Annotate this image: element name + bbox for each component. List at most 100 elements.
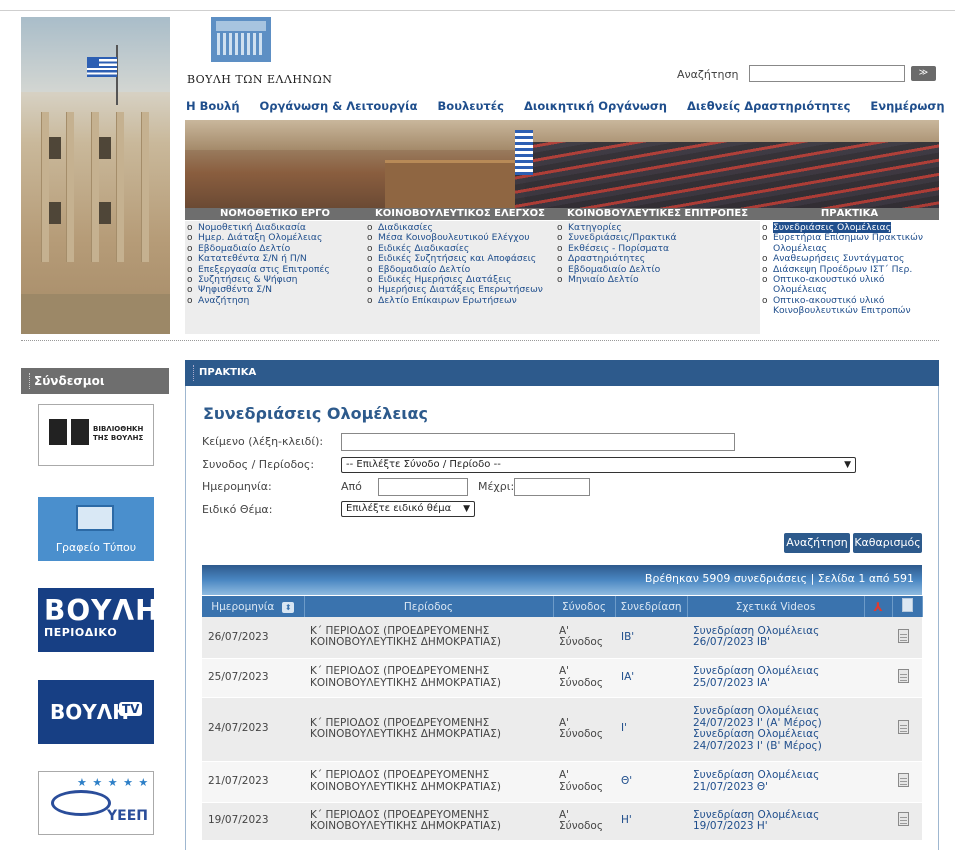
yeep-link[interactable]: ★ ★ ★ ★ ★ ΥΕΕΠ xyxy=(38,771,154,835)
menu-link[interactable]: Αναζήτηση xyxy=(185,295,365,307)
results-summary: Βρέθηκαν 5909 συνεδριάσεις | Σελίδα 1 απ… xyxy=(202,565,922,595)
cell-date: 19/07/2023 xyxy=(202,802,304,841)
press-office-link[interactable]: Γραφείο Τύπου xyxy=(38,497,154,561)
cell-sitting-link[interactable]: Θ' xyxy=(615,761,687,803)
table-row: 24/07/2023 Κ΄ ΠΕΡΙΟΔΟΣ (ΠΡΟΕΔΡΕΥΟΜΕΝΗΣ Κ… xyxy=(202,697,922,762)
column-header-session[interactable]: Σύνοδος xyxy=(553,596,616,617)
session-select[interactable]: -- Επιλέξτε Σύνοδο / Περίοδο -- ▼ xyxy=(341,457,856,473)
document-icon[interactable] xyxy=(898,720,909,735)
panel-header: ΠΡΑΚΤΙΚΑ xyxy=(185,360,939,386)
cell-date: 25/07/2023 xyxy=(202,658,304,698)
tv-badge: TV xyxy=(119,702,143,716)
cell-sitting-link[interactable]: ΙΑ' xyxy=(615,658,687,698)
nav-item-mps[interactable]: Βουλευτές xyxy=(438,99,504,113)
cell-session: Α' Σύνοδος xyxy=(553,617,615,659)
vouli-tv-link[interactable]: ΒΟΥΛΗ TV xyxy=(38,680,154,744)
nav-item-international[interactable]: Διεθνείς Δραστηριότητες xyxy=(687,99,850,113)
menu-link[interactable]: Οπτικο-ακουστικό υλικό Κοινοβουλευτικών … xyxy=(760,295,939,317)
cell-sitting-link[interactable]: Η' xyxy=(615,802,687,841)
table-row: 19/07/2023 Κ΄ ΠΕΡΙΟΔΟΣ (ΠΡΟΕΔΡΕΥΟΜΕΝΗΣ Κ… xyxy=(202,802,922,841)
topic-select[interactable]: Επιλέξτε ειδικό θέμα ▼ xyxy=(341,501,475,517)
column-header-pdf: ⅄ xyxy=(864,596,893,617)
keyword-label: Κείμενο (λέξη-κλειδί): xyxy=(202,435,324,448)
page-title: Συνεδριάσεις Ολομέλειας xyxy=(203,404,429,423)
nav-item-news[interactable]: Ενημέρωση xyxy=(870,99,944,113)
main-navigation: Η Βουλή Οργάνωση & Λειτουργία Βουλευτές … xyxy=(186,99,955,113)
library-text: ΤΗΣ ΒΟΥΛΗΣ xyxy=(93,434,144,442)
section-list-committees: Κατηγορίες Συνεδριάσεις/Πρακτικά Εκθέσει… xyxy=(555,221,760,334)
section-header-minutes[interactable]: ΠΡΑΚΤΙΚΑ xyxy=(760,208,939,220)
results-table: Ημερομηνία ⬍ Περίοδος Σύνοδος Συνεδρίαση … xyxy=(202,596,923,841)
menu-section-headers: ΝΟΜΟΘΕΤΙΚΟ ΕΡΓΟ ΚΟΙΝΟΒΟΥΛΕΥΤΙΚΟΣ ΕΛΕΓΧΟΣ… xyxy=(185,208,939,220)
press-office-label: Γραφείο Τύπου xyxy=(55,541,137,554)
document-icon[interactable] xyxy=(898,772,909,787)
cell-video-link[interactable]: Συνεδρίαση Ολομέλειας 21/07/2023 Θ' xyxy=(687,761,864,803)
cell-period: Κ΄ ΠΕΡΙΟΔΟΣ (ΠΡΟΕΔΡΕΥΟΜΕΝΗΣ ΚΟΙΝΟΒΟΥΛΕΥΤ… xyxy=(304,761,553,803)
document-icon[interactable] xyxy=(898,668,909,683)
section-list-control: Διαδικασίες Μέσα Κοινοβουλευτικού Ελέγχο… xyxy=(365,221,555,334)
topic-label: Ειδικό Θέμα: xyxy=(202,503,273,516)
keyword-input[interactable] xyxy=(341,433,735,451)
search-button[interactable]: Αναζήτηση xyxy=(784,533,850,553)
menu-link[interactable]: Οπτικο-ακουστικό υλικό Ολομέλειας xyxy=(760,274,939,296)
section-list-legislation: Νομοθετική Διαδικασία Ημερ. Διάταξη Ολομ… xyxy=(185,221,365,334)
divider xyxy=(21,340,939,341)
library-link[interactable]: ΒΙΒΛΙΟΘΗΚΗ ΤΗΣ ΒΟΥΛΗΣ xyxy=(38,404,154,466)
cell-date: 24/07/2023 xyxy=(202,697,304,762)
menu-link[interactable]: Δελτίο Επίκαιρων Ερωτήσεων xyxy=(365,295,555,307)
cell-session: Α' Σύνοδος xyxy=(553,761,615,803)
section-header-control[interactable]: ΚΟΙΝΟΒΟΥΛΕΥΤΙΚΟΣ ΕΛΕΓΧΟΣ xyxy=(365,208,555,220)
document-icon[interactable] xyxy=(898,628,909,643)
document-icon[interactable] xyxy=(898,812,909,827)
date-to-label: Μέχρι: xyxy=(478,480,515,493)
cell-session: Α' Σύνοδος xyxy=(553,802,615,841)
building-icon xyxy=(76,505,114,531)
library-logo-icon xyxy=(49,419,89,445)
cell-period: Κ΄ ΠΕΡΙΟΔΟΣ (ΠΡΟΕΔΡΕΥΟΜΕΝΗΣ ΚΟΙΝΟΒΟΥΛΕΥΤ… xyxy=(304,617,553,659)
search-label: Αναζήτηση xyxy=(677,68,739,81)
magazine-link[interactable]: ΒΟΥΛΗ ΠΕΡΙΟΔΙΚΟ xyxy=(38,588,159,652)
section-header-committees[interactable]: ΚΟΙΝΟΒΟΥΛΕΥΤΙΚΕΣ ΕΠΙΤΡΟΠΕΣ xyxy=(555,208,760,220)
nav-item-administration[interactable]: Διοικητική Οργάνωση xyxy=(524,99,667,113)
cell-video-link[interactable]: Συνεδρίαση Ολομέλειας 24/07/2023 Ι' (Α' … xyxy=(687,697,864,762)
column-header-date[interactable]: Ημερομηνία ⬍ xyxy=(202,596,305,617)
parliament-building-photo xyxy=(21,17,170,334)
stars-icon: ★ ★ ★ ★ ★ xyxy=(77,776,150,789)
menu-link[interactable]: Ευρετήρια Επίσημων Πρακτικών Ολομέλειας xyxy=(760,233,939,254)
column-header-sitting[interactable]: Συνεδρίαση xyxy=(615,596,688,617)
date-to-input[interactable] xyxy=(514,478,590,496)
tv-title: ΒΟΥΛΗ xyxy=(50,700,129,724)
nav-item-parliament[interactable]: Η Βουλή xyxy=(186,99,240,113)
cell-date: 26/07/2023 xyxy=(202,617,304,659)
sort-icon[interactable]: ⬍ xyxy=(282,601,295,613)
nav-item-organization[interactable]: Οργάνωση & Λειτουργία xyxy=(260,99,418,113)
cell-session: Α' Σύνοδος xyxy=(553,697,615,762)
plenary-banner-photo xyxy=(185,120,939,208)
cell-period: Κ΄ ΠΕΡΙΟΔΟΣ (ΠΡΟΕΔΡΕΥΟΜΕΝΗΣ ΚΟΙΝΟΒΟΥΛΕΥΤ… xyxy=(304,697,553,762)
cell-video-link[interactable]: Συνεδρίαση Ολομέλειας 25/07/2023 ΙΑ' xyxy=(687,658,864,698)
document-icon xyxy=(901,598,913,612)
menu-link[interactable]: Μηνιαίο Δελτίο xyxy=(555,274,760,286)
swirl-icon xyxy=(51,790,111,816)
search-go-button[interactable]: ≫ xyxy=(911,66,936,81)
session-label: Συνοδος / Περίοδος: xyxy=(202,458,315,471)
section-list-minutes: Συνεδριάσεις Ολομέλειας Ευρετήρια Επίσημ… xyxy=(760,221,939,363)
cell-video-link[interactable]: Συνεδρίαση Ολομέλειας 19/07/2023 Η' xyxy=(687,802,864,841)
yeep-label: ΥΕΕΠ xyxy=(107,808,148,824)
column-header-period[interactable]: Περίοδος xyxy=(304,596,554,617)
table-row: 26/07/2023 Κ΄ ΠΕΡΙΟΔΟΣ (ΠΡΟΕΔΡΕΥΟΜΕΝΗΣ Κ… xyxy=(202,617,922,659)
pdf-icon: ⅄ xyxy=(873,599,883,614)
cell-video-link[interactable]: Συνεδρίαση Ολομέλειας 26/07/2023 ΙΒ' xyxy=(687,617,864,659)
cell-sitting-link[interactable]: ΙΒ' xyxy=(615,617,687,659)
site-search-input[interactable] xyxy=(749,65,905,82)
site-logo-text[interactable]: ΒΟΥΛΗ ΤΩΝ ΕΛΛΗΝΩΝ xyxy=(187,73,332,86)
magazine-subtitle: ΠΕΡΙΟΔΙΚΟ xyxy=(44,626,118,639)
date-from-input[interactable] xyxy=(378,478,468,496)
clear-button[interactable]: Καθαρισμός xyxy=(853,533,922,553)
section-header-legislation[interactable]: ΝΟΜΟΘΕΤΙΚΟ ΕΡΓΟ xyxy=(185,208,365,220)
parliament-logo-icon[interactable] xyxy=(211,17,271,62)
cell-sitting-link[interactable]: Ι' xyxy=(615,697,687,762)
cell-period: Κ΄ ΠΕΡΙΟΔΟΣ (ΠΡΟΕΔΡΕΥΟΜΕΝΗΣ ΚΟΙΝΟΒΟΥΛΕΥΤ… xyxy=(304,658,553,698)
table-row: 21/07/2023 Κ΄ ΠΕΡΙΟΔΟΣ (ΠΡΟΕΔΡΕΥΟΜΕΝΗΣ Κ… xyxy=(202,761,922,803)
chevron-down-icon: ▼ xyxy=(463,504,470,514)
